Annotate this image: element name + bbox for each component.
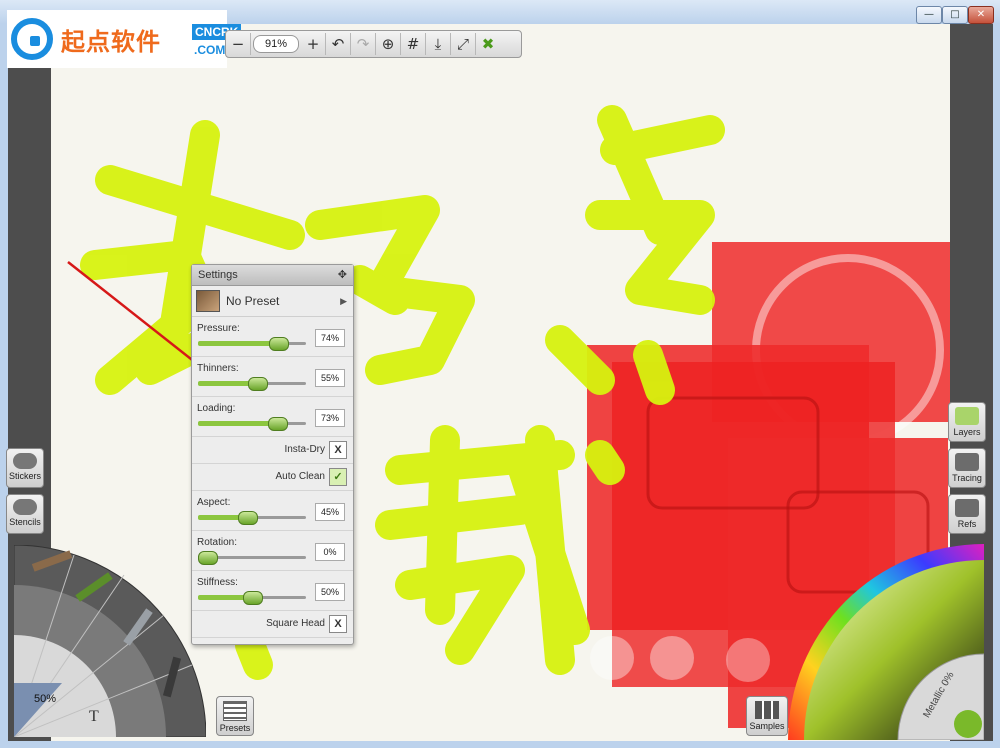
- drag-handle-icon[interactable]: ✥: [338, 265, 347, 285]
- presets-icon: [223, 701, 247, 721]
- refs-button[interactable]: Refs: [948, 494, 986, 534]
- presets-button[interactable]: Presets: [216, 696, 254, 736]
- slider-value[interactable]: 45%: [315, 503, 345, 521]
- refs-icon: [955, 499, 979, 517]
- watermark-domain-suffix: .COM: [194, 43, 226, 57]
- tool-size-value: 50%: [34, 693, 57, 705]
- slider-value[interactable]: 73%: [315, 409, 345, 427]
- settings-title: Settings: [198, 269, 238, 281]
- presets-label: Presets: [219, 723, 251, 733]
- grid-icon[interactable]: #: [401, 33, 426, 55]
- slider-stiffness: Stiffness: 50%: [192, 571, 353, 611]
- slider-value[interactable]: 55%: [315, 369, 345, 387]
- slider-knob[interactable]: [237, 511, 258, 525]
- current-color-swatch[interactable]: [954, 710, 982, 738]
- slider-rotation: Rotation: 0%: [192, 531, 353, 571]
- stencils-icon: [13, 499, 37, 515]
- toggle-box[interactable]: ✓: [329, 468, 347, 486]
- slider-label: Pressure:: [197, 323, 240, 334]
- close-canvas-icon[interactable]: ✖: [476, 33, 500, 55]
- toggle-square-head[interactable]: Square Head X: [192, 611, 353, 638]
- settings-panel: Settings ✥ No Preset ▶ Pressure: 74% Thi…: [191, 264, 354, 645]
- slider-label: Aspect:: [197, 497, 231, 508]
- brand-logo-icon: [11, 18, 53, 60]
- new-canvas-icon[interactable]: ⊕: [376, 33, 401, 55]
- refs-label: Refs: [957, 519, 977, 529]
- zoom-in-button[interactable]: +: [301, 33, 326, 55]
- stencils-button[interactable]: Stencils: [6, 494, 44, 534]
- top-toolbar: − 91% + ↶ ↷ ⊕ # ⤓ ⤢ ✖: [225, 30, 522, 58]
- slider-knob[interactable]: [268, 337, 289, 351]
- sticker-dot: [650, 636, 694, 680]
- slider-track[interactable]: [198, 377, 306, 391]
- settings-panel-header[interactable]: Settings ✥: [192, 265, 353, 286]
- toggle-label: Auto Clean: [275, 471, 325, 482]
- redo-icon[interactable]: ↷: [351, 33, 376, 55]
- slider-value[interactable]: 74%: [315, 329, 345, 347]
- tracing-icon: [955, 453, 979, 471]
- zoom-out-button[interactable]: −: [226, 33, 251, 55]
- samples-button[interactable]: Samples: [746, 696, 788, 736]
- slider-pressure: Pressure: 74%: [192, 317, 353, 357]
- slider-track[interactable]: [198, 551, 306, 565]
- toggle-label: Square Head: [266, 618, 325, 629]
- download-icon[interactable]: ⤓: [426, 33, 451, 55]
- stencils-label: Stencils: [9, 517, 41, 527]
- site-watermark: 起点软件 CNCRK .COM: [7, 10, 242, 68]
- preset-selector[interactable]: No Preset ▶: [192, 286, 353, 317]
- slider-track[interactable]: [198, 417, 306, 431]
- samples-grid-icon: [755, 701, 779, 719]
- samples-label: Samples: [749, 721, 785, 731]
- slider-track[interactable]: [198, 337, 306, 351]
- slider-track[interactable]: [198, 511, 306, 525]
- slider-knob[interactable]: [267, 417, 288, 431]
- toggle-label: Insta-Dry: [284, 444, 325, 455]
- slider-aspect: Aspect: 45%: [192, 491, 353, 531]
- color-wheel[interactable]: Metallic 0%: [788, 544, 984, 740]
- fullscreen-icon[interactable]: ⤢: [451, 33, 476, 55]
- text-tool-icon[interactable]: T: [89, 708, 99, 725]
- zoom-level[interactable]: 91%: [253, 35, 299, 53]
- toggle-auto-clean[interactable]: Auto Clean ✓: [192, 464, 353, 491]
- tool-wheel[interactable]: T: [14, 545, 206, 737]
- slider-label: Loading:: [197, 403, 236, 414]
- layers-label: Layers: [953, 427, 981, 437]
- slider-thinners: Thinners: 55%: [192, 357, 353, 397]
- slider-value[interactable]: 50%: [315, 583, 345, 601]
- slider-label: Thinners:: [197, 363, 239, 374]
- tracing-button[interactable]: Tracing: [948, 448, 986, 488]
- stickers-icon: [13, 453, 37, 469]
- slider-loading: Loading: 73%: [192, 397, 353, 437]
- toggle-box[interactable]: X: [329, 441, 347, 459]
- sticker-dot: [726, 638, 770, 682]
- toggle-insta-dry[interactable]: Insta-Dry X: [192, 437, 353, 464]
- undo-icon[interactable]: ↶: [326, 33, 351, 55]
- slider-value[interactable]: 0%: [315, 543, 345, 561]
- preset-name: No Preset: [226, 294, 280, 308]
- layers-icon: [955, 407, 979, 425]
- tracing-label: Tracing: [952, 473, 982, 483]
- slider-knob[interactable]: [248, 377, 269, 391]
- chevron-right-icon: ▶: [340, 295, 347, 306]
- layers-button[interactable]: Layers: [948, 402, 986, 442]
- slider-knob[interactable]: [243, 591, 263, 605]
- sticker-dot: [590, 636, 634, 680]
- watermark-brand: 起点软件: [61, 27, 161, 56]
- stickers-label: Stickers: [8, 471, 41, 481]
- toggle-box[interactable]: X: [329, 615, 347, 633]
- stickers-button[interactable]: Stickers: [6, 448, 44, 488]
- slider-track[interactable]: [198, 591, 306, 605]
- brush-preset-icon: [196, 290, 220, 312]
